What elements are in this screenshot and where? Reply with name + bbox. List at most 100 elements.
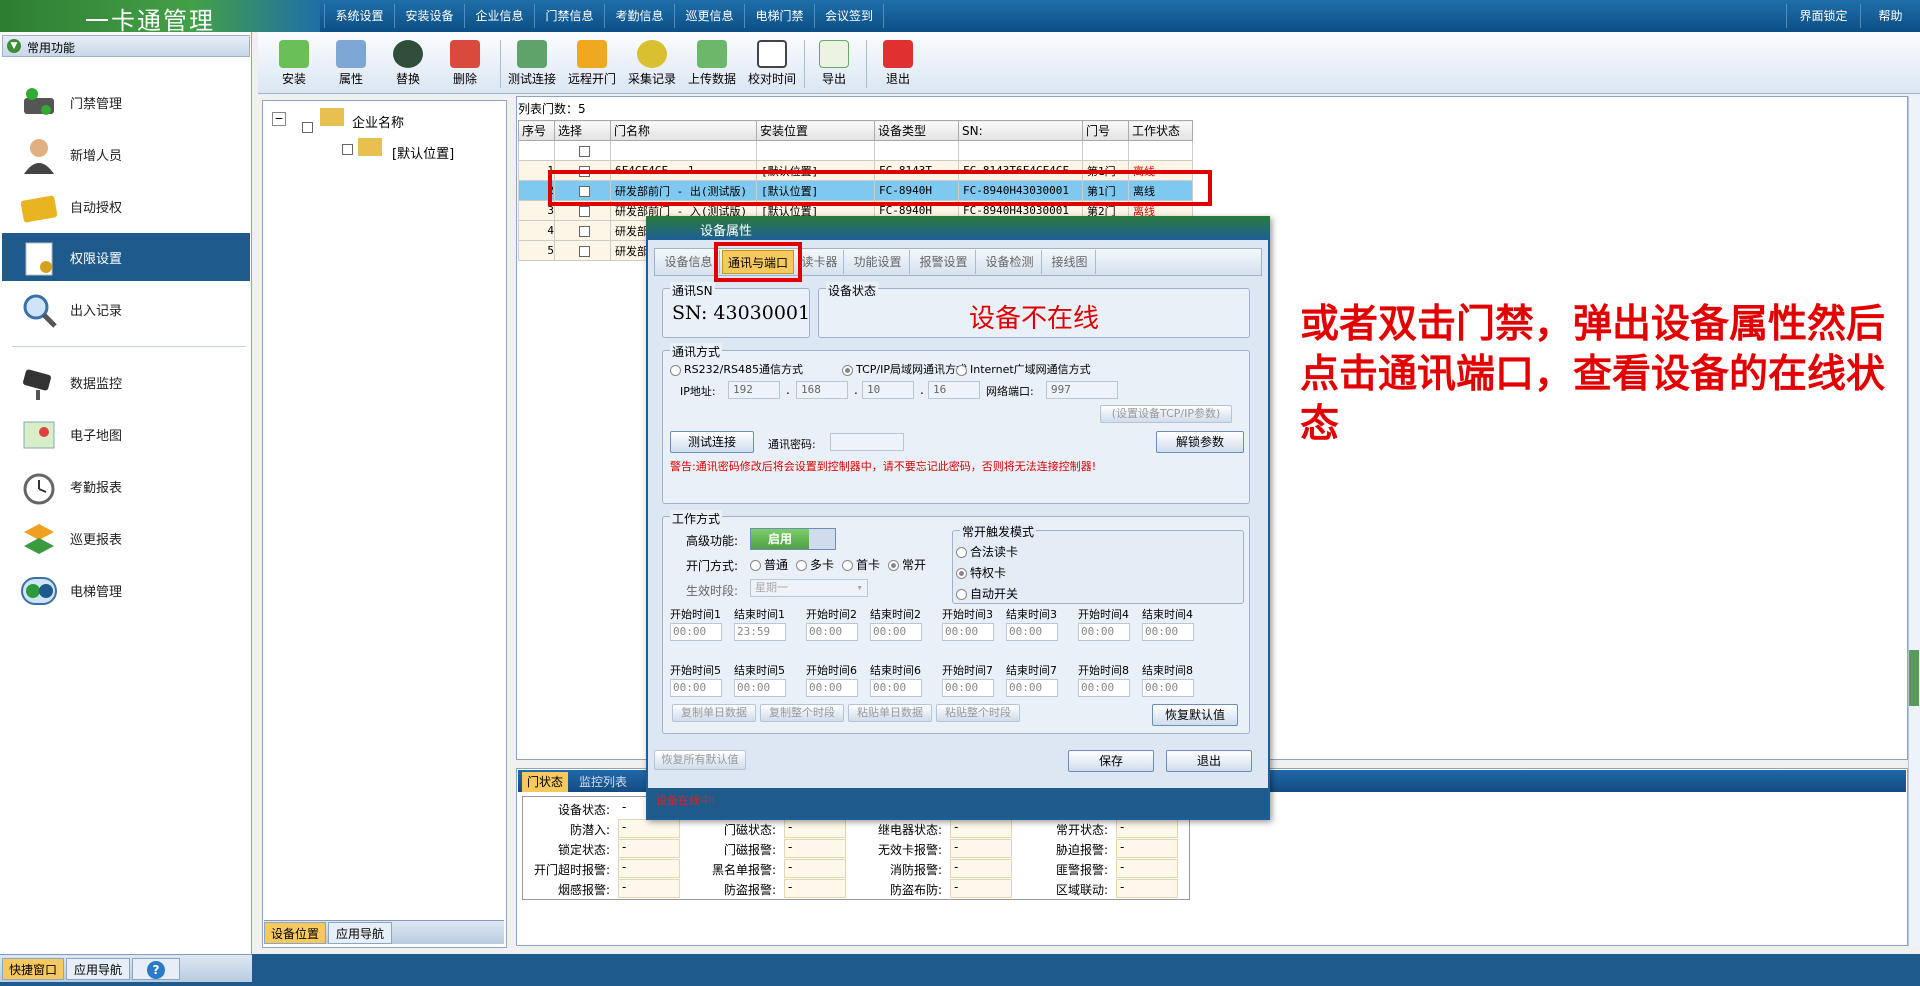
period-select[interactable]: 星期一 ▾: [750, 579, 868, 597]
adv-function-toggle[interactable]: 启用: [750, 528, 836, 550]
row-checkbox[interactable]: [579, 205, 590, 217]
exit-button[interactable]: 退出: [870, 36, 926, 92]
ip-octet-2[interactable]: 168: [796, 381, 848, 399]
time-input[interactable]: 23:59: [734, 623, 786, 641]
tab-device-detect[interactable]: 设备检测: [978, 250, 1042, 274]
help-icon[interactable]: ?: [147, 961, 165, 979]
nav-elevator-management[interactable]: 电梯管理: [8, 566, 250, 614]
ip-octet-1[interactable]: 192: [728, 381, 780, 399]
ip-octet-3[interactable]: 10: [862, 381, 914, 399]
port-input[interactable]: 997: [1046, 381, 1118, 399]
time-input[interactable]: 00:00: [734, 679, 786, 697]
nav-attendance-report[interactable]: 考勤报表: [8, 462, 250, 510]
radio-legal-card[interactable]: 合法读卡: [956, 543, 1018, 560]
tab-alarm-settings[interactable]: 报警设置: [912, 250, 976, 274]
menu-install-device[interactable]: 安装设备: [394, 4, 464, 28]
tree-root-checkbox[interactable]: [302, 120, 313, 134]
tab-door-status[interactable]: 门状态: [522, 772, 568, 792]
tab-device-info[interactable]: 设备信息: [658, 250, 720, 274]
radio-rs485[interactable]: RS232/RS485通信方式: [670, 361, 803, 377]
left-header[interactable]: ▼ 常用功能: [2, 35, 250, 57]
time-input[interactable]: 00:00: [1078, 623, 1130, 641]
tab-wiring[interactable]: 接线图: [1044, 250, 1096, 274]
radio-internet[interactable]: Internet广域网通信方式: [956, 361, 1091, 377]
time-input[interactable]: 00:00: [1142, 623, 1194, 641]
time-input[interactable]: 00:00: [870, 623, 922, 641]
nav-add-person[interactable]: 新增人员: [8, 130, 250, 178]
help-tab[interactable]: ?: [132, 958, 180, 980]
set-tcpip-button[interactable]: (设置设备TCP/IP参数): [1100, 405, 1232, 423]
paste-period-button[interactable]: 粘贴整个时段: [936, 704, 1020, 722]
install-button[interactable]: 安装: [266, 36, 322, 92]
tab-reader[interactable]: 读卡器: [796, 250, 844, 274]
radio-normal[interactable]: 普通: [750, 556, 788, 573]
time-input[interactable]: 00:00: [942, 679, 994, 697]
menu-door-info[interactable]: 门禁信息: [534, 4, 604, 28]
menu-patrol-info[interactable]: 巡更信息: [674, 4, 744, 28]
remote-open-button[interactable]: 远程开门: [562, 36, 622, 92]
time-input[interactable]: 00:00: [1078, 679, 1130, 697]
test-connection-dialog-button[interactable]: 测试连接: [670, 431, 754, 453]
copy-day-button[interactable]: 复制单日数据: [672, 704, 756, 722]
collapse-icon[interactable]: ▼: [7, 39, 21, 53]
time-input[interactable]: 00:00: [1142, 679, 1194, 697]
tree-child-checkbox[interactable]: [342, 142, 353, 156]
time-input[interactable]: 00:00: [1006, 623, 1058, 641]
radio-auto-switch[interactable]: 自动开关: [956, 585, 1018, 602]
radio-tcpip[interactable]: TCP/IP局域网通讯方式: [842, 361, 967, 377]
export-button[interactable]: 导出: [806, 36, 862, 92]
time-input[interactable]: 00:00: [942, 623, 994, 641]
copy-period-button[interactable]: 复制整个时段: [760, 704, 844, 722]
ip-octet-4[interactable]: 16: [928, 381, 980, 399]
time-input[interactable]: 00:00: [806, 679, 858, 697]
menu-attendance-info[interactable]: 考勤信息: [604, 4, 674, 28]
col-status[interactable]: 工作状态: [1128, 120, 1193, 141]
select-all-checkbox[interactable]: [579, 145, 590, 157]
col-select[interactable]: 选择: [554, 120, 611, 141]
nav-patrol-report[interactable]: 巡更报表: [8, 514, 250, 562]
nav-permission-settings[interactable]: 权限设置: [2, 233, 250, 281]
tab-tree-app-navigation[interactable]: 应用导航: [328, 922, 392, 944]
tab-device-location[interactable]: 设备位置: [264, 922, 326, 944]
menu-company-info[interactable]: 企业信息: [464, 4, 534, 28]
properties-button[interactable]: 属性: [323, 36, 379, 92]
col-name[interactable]: 门名称: [610, 120, 757, 141]
upload-data-button[interactable]: 上传数据: [682, 36, 742, 92]
col-sn[interactable]: SN:: [958, 120, 1083, 141]
time-input[interactable]: 00:00: [670, 679, 722, 697]
dialog-exit-button[interactable]: 退出: [1166, 750, 1252, 772]
menu-elevator[interactable]: 电梯门禁: [744, 4, 814, 28]
replace-button[interactable]: 替换: [380, 36, 436, 92]
nav-data-monitor[interactable]: 数据监控: [8, 358, 250, 406]
paste-day-button[interactable]: 粘贴单日数据: [848, 704, 932, 722]
menu-system-settings[interactable]: 系统设置: [324, 4, 394, 28]
row-checkbox[interactable]: [579, 225, 590, 237]
tree-root-label[interactable]: 企业名称: [352, 112, 404, 131]
tab-app-navigation[interactable]: 应用导航: [66, 958, 130, 980]
collect-records-button[interactable]: 采集记录: [622, 36, 682, 92]
nav-auto-authorize[interactable]: 自动授权: [8, 182, 250, 230]
radio-first-card[interactable]: 首卡: [842, 556, 880, 573]
time-input[interactable]: 00:00: [670, 623, 722, 641]
restore-all-defaults-button[interactable]: 恢复所有默认值: [654, 750, 746, 770]
col-door[interactable]: 门号: [1082, 120, 1129, 141]
main-scrollbar[interactable]: [1908, 96, 1920, 946]
unlock-params-button[interactable]: 解锁参数: [1156, 431, 1244, 453]
tab-shortcut-window[interactable]: 快捷窗口: [2, 958, 64, 980]
tab-function-settings[interactable]: 功能设置: [846, 250, 910, 274]
lock-ui-button[interactable]: 界面锁定: [1786, 4, 1860, 28]
col-type[interactable]: 设备类型: [874, 120, 959, 141]
radio-normally-open[interactable]: 常开: [888, 556, 926, 573]
scrollbar-thumb[interactable]: [1909, 650, 1919, 706]
password-input[interactable]: [830, 433, 904, 451]
radio-privilege-card[interactable]: 特权卡: [956, 564, 1006, 581]
test-connection-button[interactable]: 测试连接: [502, 36, 562, 92]
sync-time-button[interactable]: 校对时间: [742, 36, 802, 92]
nav-access-records[interactable]: 出入记录: [8, 285, 250, 333]
tab-monitor-list[interactable]: 监控列表: [572, 772, 634, 792]
time-input[interactable]: 00:00: [870, 679, 922, 697]
tree-child-label[interactable]: [默认位置]: [392, 143, 454, 162]
restore-default-button[interactable]: 恢复默认值: [1152, 704, 1238, 726]
help-button[interactable]: 帮助: [1860, 4, 1920, 28]
menu-meeting[interactable]: 会议签到: [814, 4, 884, 28]
